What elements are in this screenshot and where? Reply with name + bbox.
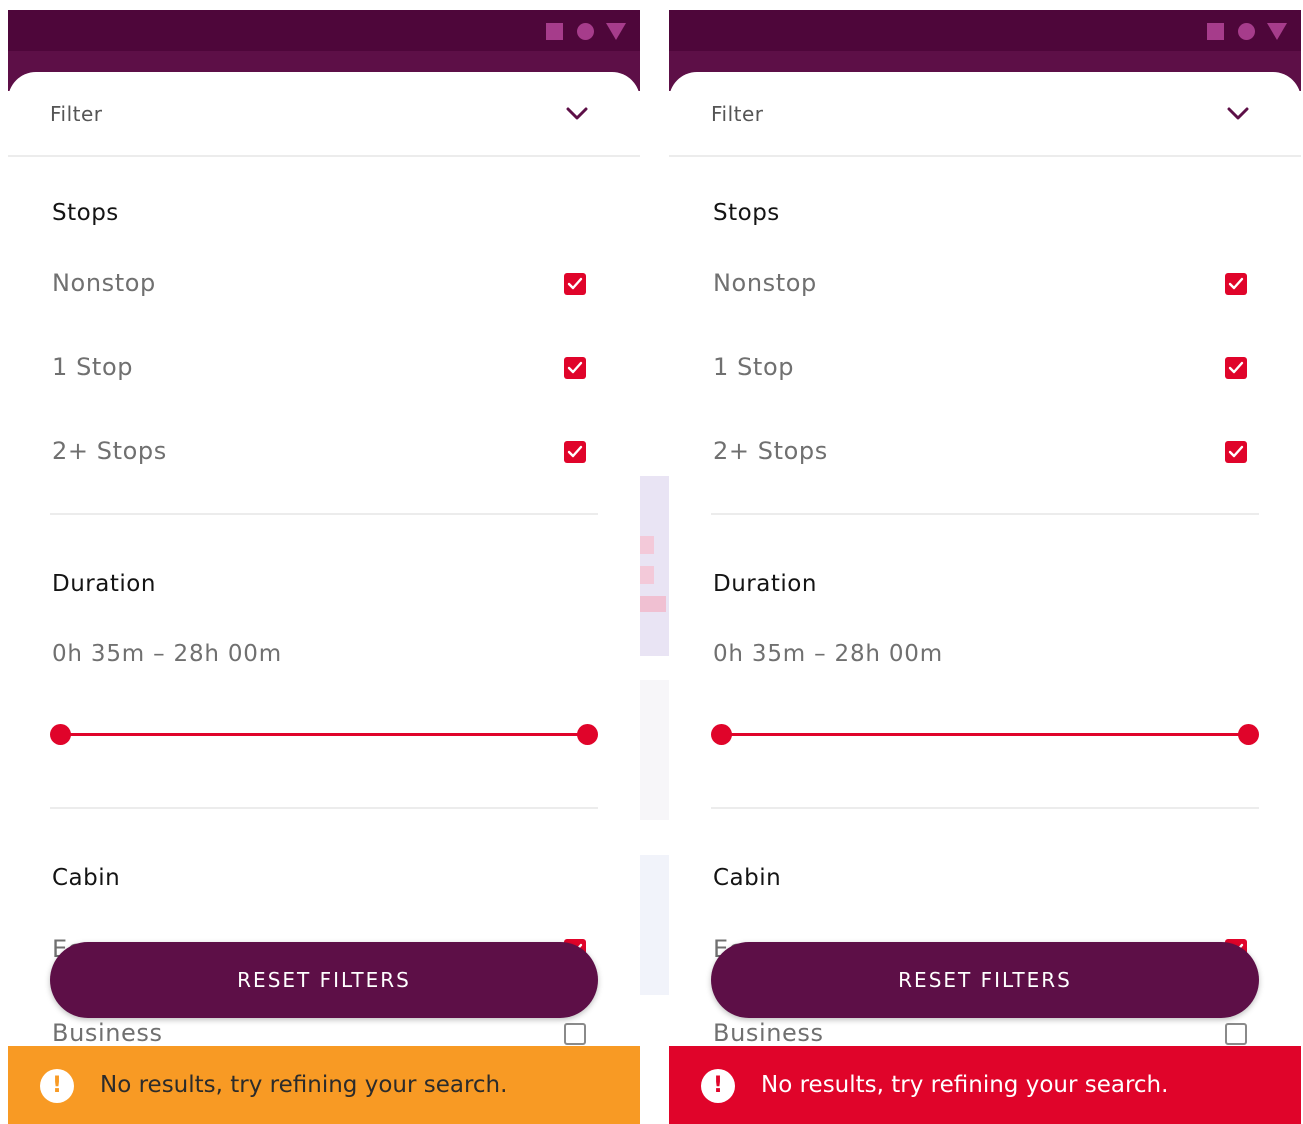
option-label: Business <box>713 1019 824 1047</box>
stops-title: Stops <box>713 200 780 226</box>
banner-message: No results, try refining your search. <box>100 1072 508 1098</box>
duration-range-text: 0h 35m – 28h 00m <box>52 641 282 667</box>
cabin-title: Cabin <box>713 865 782 891</box>
chevron-down-icon[interactable] <box>566 107 588 121</box>
filter-title: Filter <box>711 102 764 126</box>
option-label: 2+ Stops <box>713 437 828 465</box>
reset-filters-button[interactable]: RESET FILTERS <box>711 942 1259 1018</box>
checkbox[interactable] <box>1225 1023 1247 1045</box>
status-bar <box>669 10 1301 51</box>
option-label: 1 Stop <box>52 353 134 381</box>
stops-option-nonstop[interactable]: Nonstop <box>52 265 596 305</box>
duration-slider-min-thumb[interactable] <box>711 724 732 745</box>
stops-option-1-stop[interactable]: 1 Stop <box>52 349 596 389</box>
exclamation-icon: ! <box>40 1069 74 1103</box>
banner-message: No results, try refining your search. <box>761 1072 1169 1098</box>
circle-icon <box>1238 22 1255 40</box>
duration-slider-track[interactable] <box>61 733 587 736</box>
option-label: 1 Stop <box>713 353 795 381</box>
option-label: Business <box>52 1019 163 1047</box>
duration-slider-min-thumb[interactable] <box>50 724 71 745</box>
phone-screen-right: Filter Stops Nonstop 1 Stop 2+ Stops Dur… <box>669 10 1301 1124</box>
stops-option-nonstop[interactable]: Nonstop <box>713 265 1257 305</box>
reset-filters-button[interactable]: RESET FILTERS <box>50 942 598 1018</box>
no-results-banner: ! No results, try refining your search. <box>669 1046 1301 1124</box>
filter-header[interactable]: Filter <box>669 72 1301 157</box>
divider <box>711 807 1259 809</box>
divider <box>50 807 598 809</box>
square-icon <box>1207 22 1224 40</box>
duration-slider-max-thumb[interactable] <box>1238 724 1259 745</box>
triangle-icon <box>1267 22 1287 40</box>
checkbox[interactable] <box>1225 273 1247 295</box>
duration-title: Duration <box>52 571 156 597</box>
checkbox[interactable] <box>564 1023 586 1045</box>
filter-title: Filter <box>50 102 103 126</box>
stops-option-1-stop[interactable]: 1 Stop <box>713 349 1257 389</box>
background-gap <box>640 0 669 1124</box>
stops-option-2plus-stops[interactable]: 2+ Stops <box>713 433 1257 473</box>
duration-title: Duration <box>713 571 817 597</box>
square-icon <box>546 22 563 40</box>
checkbox[interactable] <box>564 441 586 463</box>
stops-option-2plus-stops[interactable]: 2+ Stops <box>52 433 596 473</box>
cabin-title: Cabin <box>52 865 121 891</box>
option-label: 2+ Stops <box>52 437 167 465</box>
phone-screen-left: Filter Stops Nonstop 1 Stop 2+ Stops Dur… <box>8 10 640 1124</box>
status-bar <box>8 10 640 51</box>
circle-icon <box>577 22 594 40</box>
stops-title: Stops <box>52 200 119 226</box>
duration-slider-max-thumb[interactable] <box>577 724 598 745</box>
divider <box>711 513 1259 515</box>
option-label: Nonstop <box>713 269 817 297</box>
divider <box>50 513 598 515</box>
duration-range-text: 0h 35m – 28h 00m <box>713 641 943 667</box>
checkbox[interactable] <box>564 357 586 379</box>
checkbox[interactable] <box>564 273 586 295</box>
checkbox[interactable] <box>1225 441 1247 463</box>
chevron-down-icon[interactable] <box>1227 107 1249 121</box>
checkbox[interactable] <box>1225 357 1247 379</box>
duration-slider-track[interactable] <box>722 733 1248 736</box>
filter-header[interactable]: Filter <box>8 72 640 157</box>
triangle-icon <box>606 22 626 40</box>
exclamation-icon: ! <box>701 1069 735 1103</box>
option-label: Nonstop <box>52 269 156 297</box>
no-results-banner: ! No results, try refining your search. <box>8 1046 640 1124</box>
